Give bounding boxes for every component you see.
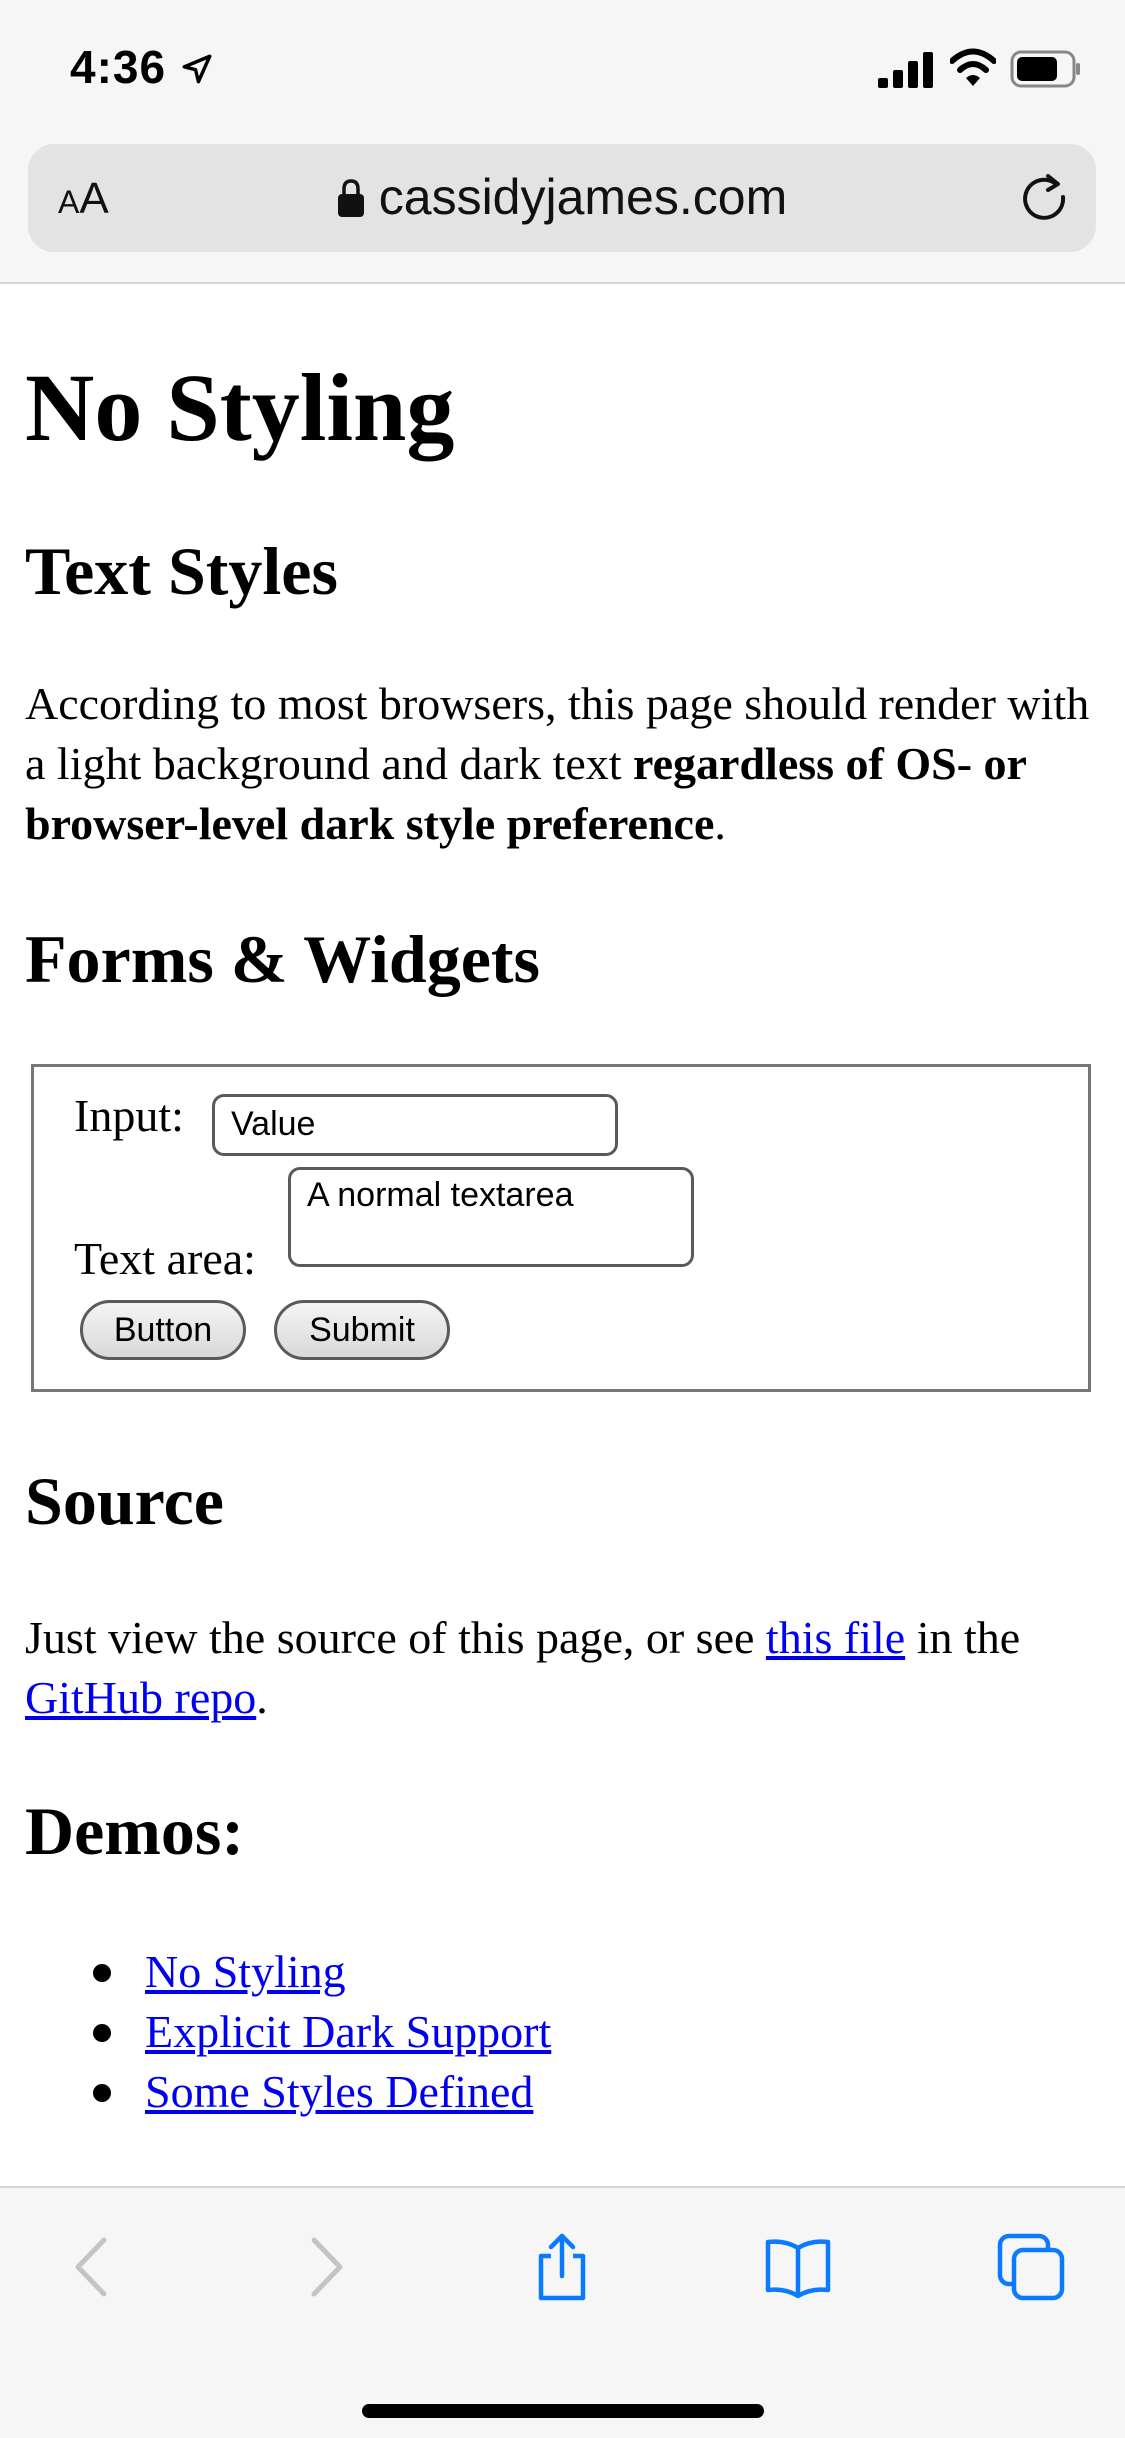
address-bar[interactable]: AA cassidyjames.com (28, 144, 1096, 252)
wifi-icon (950, 48, 996, 86)
bottom-toolbar (0, 2186, 1125, 2438)
demos-list: No Styling Explicit Dark Support Some St… (25, 1942, 551, 2122)
this-file-link[interactable]: this file (766, 1612, 905, 1663)
github-repo-link[interactable]: GitHub repo (25, 1672, 256, 1723)
browser-nav-area: AA cassidyjames.com (0, 140, 1125, 284)
bullet-icon (93, 2084, 111, 2102)
bullet-icon (93, 1964, 111, 1982)
source-heading: Source (25, 1463, 224, 1539)
bullet-icon (93, 2024, 111, 2042)
list-item: Explicit Dark Support (25, 2002, 551, 2062)
input-label: Input: (74, 1090, 184, 1141)
text-styles-heading: Text Styles (25, 533, 338, 609)
demo-link-no-styling[interactable]: No Styling (145, 1946, 346, 1997)
list-item: No Styling (25, 1942, 551, 2002)
source-text-3: . (256, 1672, 268, 1723)
back-icon[interactable] (58, 2232, 128, 2302)
tabs-icon[interactable] (996, 2232, 1066, 2302)
plain-button[interactable]: Button (80, 1300, 246, 1360)
form-fieldset: Input: Value Text area: A normal textare… (31, 1064, 1091, 1392)
battery-icon (1010, 50, 1080, 88)
status-bar: 4:36 (0, 0, 1125, 140)
forms-heading: Forms & Widgets (25, 921, 541, 997)
demo-link-explicit-dark[interactable]: Explicit Dark Support (145, 2006, 551, 2057)
location-arrow-icon (182, 54, 212, 84)
bookmarks-icon[interactable] (763, 2232, 833, 2302)
submit-button[interactable]: Submit (274, 1300, 450, 1360)
demos-heading: Demos: (25, 1793, 245, 1869)
source-text-2: in the (905, 1612, 1021, 1663)
intro-paragraph: According to most browsers, this page sh… (25, 674, 1105, 854)
textarea-label: Text area: (74, 1233, 256, 1284)
reload-icon[interactable] (1018, 172, 1072, 226)
forward-icon[interactable] (290, 2232, 360, 2302)
textarea[interactable]: A normal textarea (288, 1167, 694, 1267)
url-display[interactable]: cassidyjames.com (28, 168, 1096, 226)
lock-icon (337, 179, 364, 217)
status-time: 4:36 (70, 41, 167, 93)
home-indicator (362, 2404, 764, 2418)
signal-icon (878, 52, 933, 88)
list-item: Some Styles Defined (25, 2062, 551, 2122)
url-text: cassidyjames.com (378, 169, 788, 225)
share-icon[interactable] (527, 2232, 597, 2302)
page-title: No Styling (25, 354, 455, 461)
text-input[interactable]: Value (212, 1094, 618, 1156)
intro-end: . (714, 798, 726, 849)
demo-link-some-styles[interactable]: Some Styles Defined (145, 2066, 533, 2117)
source-paragraph: Just view the source of this page, or se… (25, 1608, 1105, 1728)
source-text-1: Just view the source of this page, or se… (25, 1612, 766, 1663)
